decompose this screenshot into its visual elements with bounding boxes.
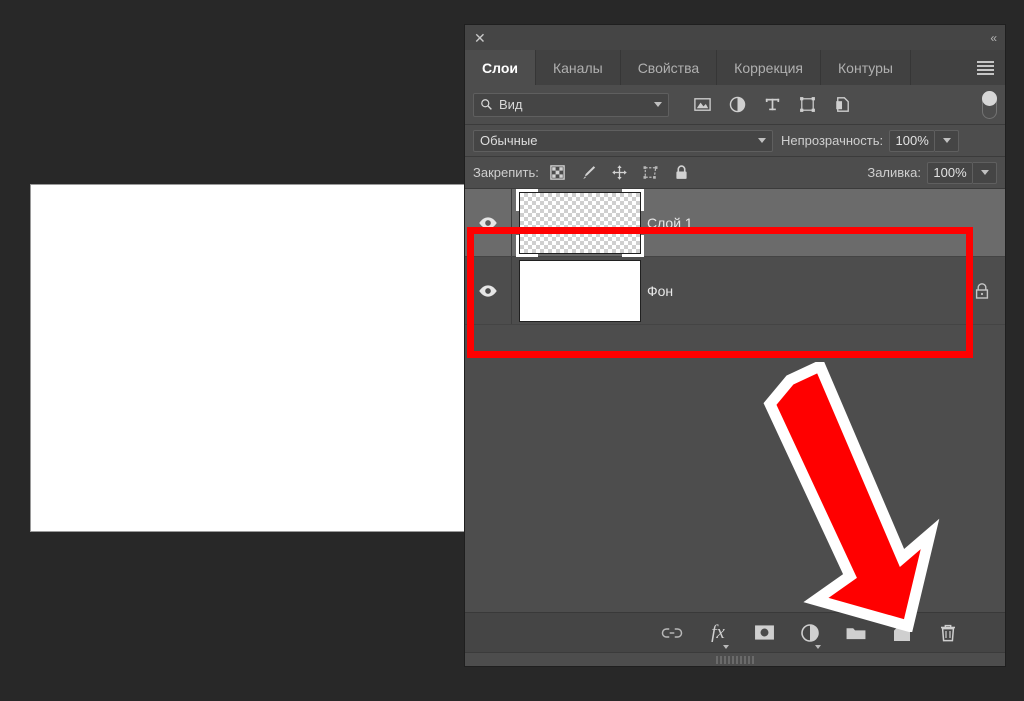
opacity-input[interactable]: 100% [889, 130, 935, 152]
new-group-icon[interactable] [845, 622, 867, 644]
shape-layer-filter-icon[interactable] [798, 95, 817, 114]
layer-list: Слой 1 Фон [465, 189, 1005, 612]
selection-corner-mark [516, 235, 538, 257]
tab-paths[interactable]: Контуры [821, 50, 911, 85]
layer-thumbnail-white [519, 260, 641, 322]
add-layer-mask-icon[interactable] [753, 622, 775, 644]
tab-adjustments[interactable]: Коррекция [717, 50, 821, 85]
fill-input[interactable]: 100% [927, 162, 973, 184]
blend-mode-dropdown[interactable]: Обычные [473, 130, 773, 152]
layer-thumbnail-cell[interactable] [512, 260, 647, 322]
lock-image-pixels-icon[interactable] [580, 164, 597, 181]
double-chevron-left-icon[interactable]: « [990, 31, 995, 45]
pixel-layer-filter-icon[interactable] [693, 95, 712, 114]
tab-channels-label: Каналы [553, 60, 603, 76]
blend-mode-value: Обычные [480, 133, 758, 148]
tab-layers-label: Слои [482, 60, 518, 76]
panel-tab-strip: Слои Каналы Свойства Коррекция Контуры [465, 50, 1005, 85]
chevron-down-icon [723, 645, 729, 649]
filter-type-dropdown[interactable]: Вид [473, 93, 669, 117]
tab-layers[interactable]: Слои [465, 50, 536, 85]
padlock-icon [974, 282, 990, 300]
chevron-down-icon [981, 170, 989, 175]
lock-buttons [549, 164, 690, 181]
eye-icon [478, 216, 498, 230]
filter-enable-toggle[interactable] [982, 91, 997, 119]
search-icon [480, 98, 493, 111]
tab-properties-label: Свойства [638, 60, 699, 76]
smart-object-filter-icon[interactable] [833, 95, 852, 114]
chevron-down-icon [758, 138, 766, 143]
delete-layer-icon[interactable] [937, 622, 959, 644]
blend-mode-row: Обычные Непрозрачность: 100% [465, 125, 1005, 157]
layers-panel: ✕ « Слои Каналы Свойства Коррекция Конту… [465, 25, 1005, 666]
new-adjustment-layer-icon[interactable] [799, 622, 821, 644]
chevron-down-icon [943, 138, 951, 143]
table-row[interactable]: Фон [465, 257, 1005, 325]
lock-transparent-pixels-icon[interactable] [549, 164, 566, 181]
layer-name-label[interactable]: Фон [647, 283, 959, 299]
layer-name-label[interactable]: Слой 1 [647, 215, 959, 231]
chevron-down-icon [654, 102, 662, 107]
hamburger-menu-icon[interactable] [965, 50, 1005, 85]
layer-visibility-toggle[interactable] [465, 257, 512, 324]
fill-stepper[interactable] [973, 162, 997, 184]
close-icon[interactable]: ✕ [474, 31, 486, 45]
eye-icon [478, 284, 498, 298]
layer-visibility-toggle[interactable] [465, 189, 512, 256]
layer-type-filters [693, 95, 852, 114]
layer-thumbnail-cell[interactable] [512, 192, 647, 254]
opacity-stepper[interactable] [935, 130, 959, 152]
layers-panel-footer: fx [465, 612, 1005, 652]
layer-lock-indicator [959, 282, 1005, 300]
lock-position-icon[interactable] [611, 164, 628, 181]
opacity-label: Непрозрачность: [781, 133, 883, 148]
filter-type-value: Вид [499, 97, 648, 112]
table-row[interactable]: Слой 1 [465, 189, 1005, 257]
selection-corner-mark [516, 189, 538, 211]
new-layer-icon[interactable] [891, 622, 913, 644]
layer-filter-row: Вид [465, 85, 1005, 125]
layer-styles-fx-icon[interactable]: fx [707, 622, 729, 644]
lock-label: Закрепить: [473, 165, 539, 180]
adjustment-layer-filter-icon[interactable] [728, 95, 747, 114]
type-layer-filter-icon[interactable] [763, 95, 782, 114]
tab-adjustments-label: Коррекция [734, 60, 803, 76]
tab-paths-label: Контуры [838, 60, 893, 76]
prevent-nesting-icon[interactable] [642, 164, 659, 181]
document-canvas[interactable] [31, 185, 465, 531]
tab-channels[interactable]: Каналы [536, 50, 621, 85]
selection-corner-mark [622, 189, 644, 211]
link-layers-icon[interactable] [661, 622, 683, 644]
layer-thumbnail-transparent [519, 192, 641, 254]
fill-label: Заливка: [867, 165, 921, 180]
tab-properties[interactable]: Свойства [621, 50, 717, 85]
selection-corner-mark [622, 235, 644, 257]
lock-all-icon[interactable] [673, 164, 690, 181]
chevron-down-icon [815, 645, 821, 649]
resize-grip-icon[interactable] [465, 652, 1005, 666]
panel-titlebar: ✕ « [465, 25, 1005, 50]
lock-row: Закрепить: [465, 157, 1005, 189]
